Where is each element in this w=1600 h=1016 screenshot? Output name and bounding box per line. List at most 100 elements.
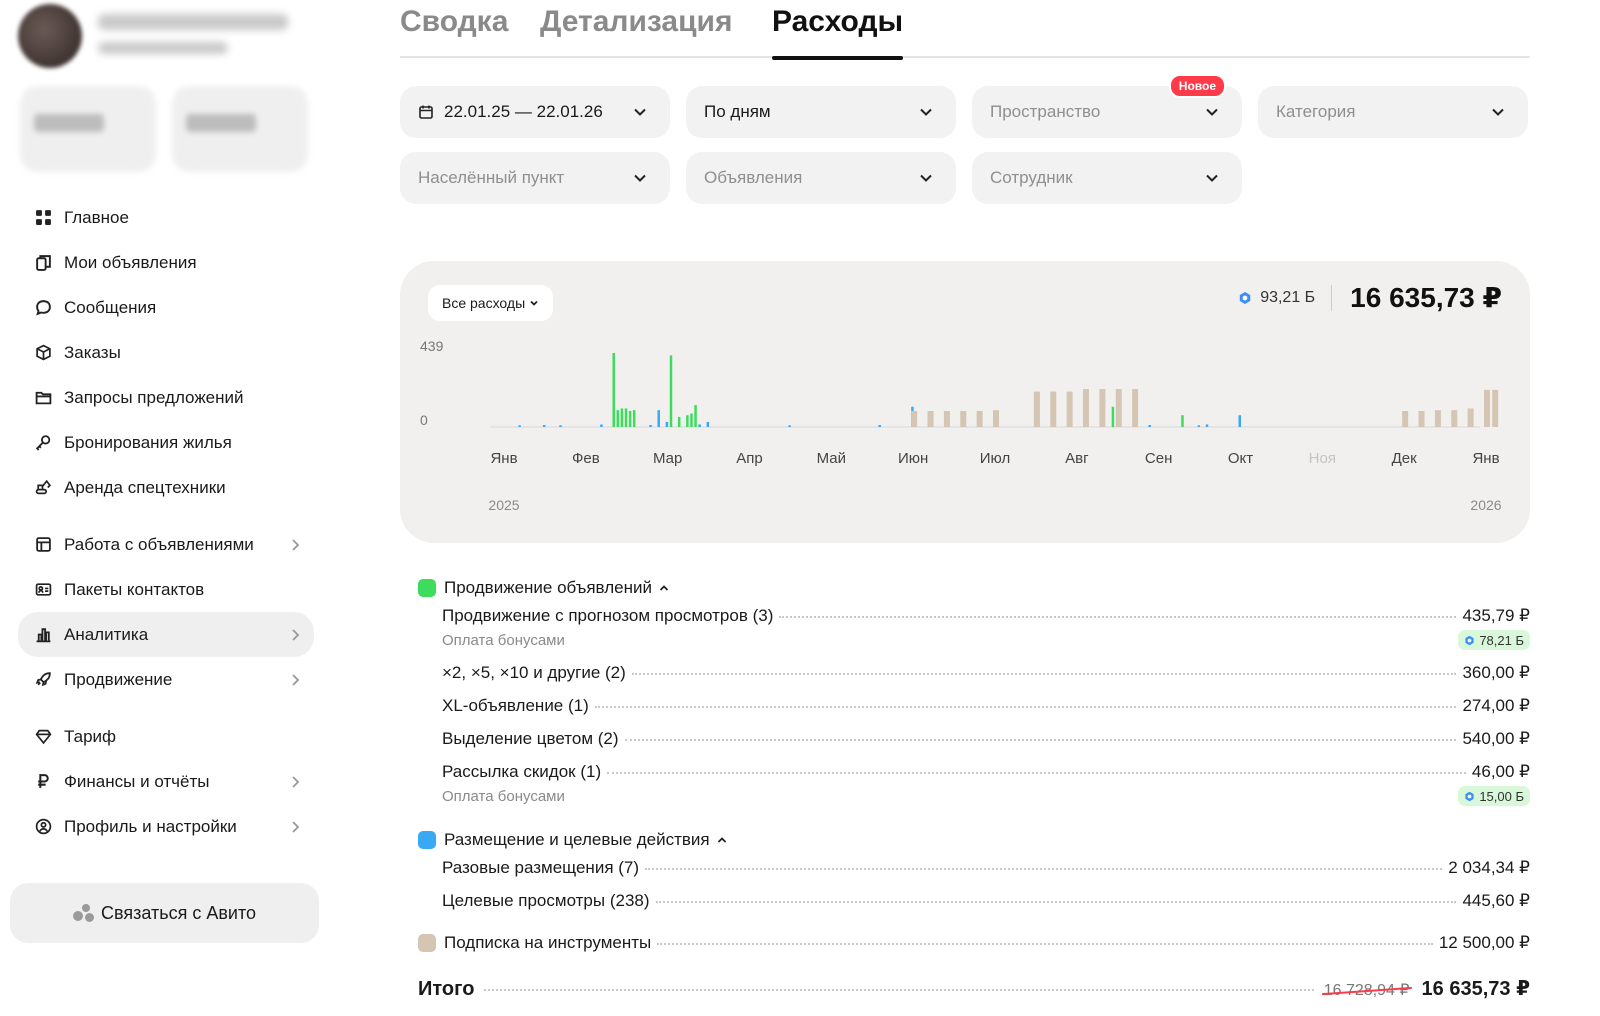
chart-bar[interactable]: [1467, 408, 1474, 427]
chart-bar[interactable]: [788, 425, 791, 427]
total-amount: 16 635,73 ₽: [1421, 978, 1530, 1000]
copy-icon: [34, 254, 52, 272]
expense-label: Рассылка скидок (1): [442, 762, 602, 781]
sidebar-item-label: Продвижение: [64, 669, 173, 689]
chart-bar[interactable]: [542, 424, 546, 427]
chart-bar[interactable]: [669, 355, 673, 427]
expense-amount: 540,00 ₽: [1462, 729, 1530, 748]
tab-details[interactable]: Детализация: [540, 0, 733, 58]
chevron-up-icon: [717, 837, 726, 843]
sidebar-item-main[interactable]: Главное: [18, 195, 314, 240]
expense-label: Продвижение с прогнозом просмотров (3): [442, 606, 774, 625]
chart-bar[interactable]: [677, 416, 681, 427]
space-filter[interactable]: Пространство Новое: [972, 74, 1242, 138]
chart-bar[interactable]: [1418, 410, 1425, 427]
chart-bar[interactable]: [686, 415, 689, 427]
group-subscription[interactable]: Подписка на инструменты 12 500,00 ₽: [418, 933, 1530, 953]
chart-bar[interactable]: [1434, 410, 1441, 427]
sidebar-item-requests[interactable]: Запросы предложений: [18, 375, 314, 420]
chart-bar[interactable]: [1111, 406, 1115, 427]
chart-bar[interactable]: [1197, 425, 1201, 427]
chart-bar[interactable]: [1083, 389, 1090, 427]
chart-bar[interactable]: [1492, 389, 1499, 427]
stat-card-2[interactable]: [172, 86, 308, 172]
ads-filter[interactable]: Объявления: [686, 152, 956, 204]
chart-bar[interactable]: [649, 424, 652, 427]
chart-bar[interactable]: [616, 410, 620, 427]
chart-bar[interactable]: [624, 408, 628, 427]
sidebar-item-my-ads[interactable]: Мои объявления: [18, 240, 314, 285]
sidebar-item-bookings[interactable]: Бронирования жилья: [18, 420, 314, 465]
group-promotion[interactable]: Продвижение объявлений: [418, 576, 670, 600]
sidebar-item-contact-packs[interactable]: Пакеты контактов: [18, 567, 314, 612]
sidebar-item-finance[interactable]: Финансы и отчёты: [18, 759, 314, 804]
profile-rating-blurred: [98, 42, 228, 54]
expense-label: ×2, ×5, ×10 и другие (2): [442, 663, 626, 682]
expense-amount: 360,00 ₽: [1462, 663, 1530, 682]
chart-bar[interactable]: [911, 410, 918, 427]
sidebar-item-label: Профиль и настройки: [64, 816, 237, 836]
sidebar-item-messages[interactable]: Сообщения: [18, 285, 314, 330]
chart-bar[interactable]: [976, 410, 983, 427]
sidebar-item-orders[interactable]: Заказы: [18, 330, 314, 375]
expenses-bar-chart: 439 0 Янв Фев Мар Апр Май Июн Июл Авг Сен Окт Ноя Дек…: [420, 338, 1502, 513]
tab-summary[interactable]: Сводка: [400, 0, 508, 58]
chart-bar[interactable]: [628, 410, 632, 427]
chart-bar[interactable]: [1181, 415, 1184, 427]
city-filter[interactable]: Населённый пункт: [400, 152, 670, 204]
chart-bar[interactable]: [632, 410, 636, 427]
chart-bar[interactable]: [657, 410, 660, 427]
chart-bar[interactable]: [1402, 410, 1409, 427]
chart-bar[interactable]: [698, 424, 701, 427]
expense-row: ×2, ×5, ×10 и другие (2) 360,00 ₽: [442, 663, 1530, 683]
diamond-icon: [34, 728, 52, 746]
x-tick-label: Май: [817, 450, 846, 467]
stat-card-1[interactable]: [20, 86, 156, 172]
chart-bar[interactable]: [1099, 389, 1106, 427]
sidebar-item-analytics[interactable]: Аналитика: [18, 612, 314, 657]
category-filter[interactable]: Категория: [1258, 86, 1528, 138]
bonus-chip-value: 78,21 Б: [1479, 632, 1524, 648]
chart-bar[interactable]: [943, 410, 950, 427]
chart-bar[interactable]: [1205, 424, 1209, 427]
contact-avito-label: Связаться с Авито: [100, 902, 257, 923]
tab-expenses[interactable]: Расходы: [772, 0, 904, 60]
chart-bar[interactable]: [694, 405, 697, 427]
period-filter[interactable]: По дням: [686, 86, 956, 138]
sidebar-item-promotion[interactable]: Продвижение: [18, 657, 314, 702]
chart-bar[interactable]: [620, 408, 624, 427]
sidebar-item-equipment[interactable]: Аренда спецтехники: [18, 465, 314, 510]
sidebar-item-profile[interactable]: Профиль и настройки: [18, 804, 314, 849]
avatar[interactable]: [18, 4, 82, 68]
chart-bar[interactable]: [665, 421, 669, 427]
chart-bar[interactable]: [1115, 389, 1122, 427]
chart-bar[interactable]: [927, 410, 934, 427]
chart-bar[interactable]: [690, 413, 693, 427]
date-range-filter[interactable]: 22.01.25 — 22.01.26: [400, 86, 670, 138]
chart-bar[interactable]: [993, 410, 999, 427]
profile-block[interactable]: [18, 4, 308, 68]
chart-bar[interactable]: [612, 353, 615, 427]
chart-bar[interactable]: [559, 425, 562, 427]
chart-bar[interactable]: [518, 425, 521, 427]
chart-bar[interactable]: [960, 410, 967, 427]
chart-bar[interactable]: [1132, 389, 1139, 427]
category-placeholder: Категория: [1276, 102, 1356, 121]
chart-bar[interactable]: [1451, 410, 1458, 427]
employee-filter[interactable]: Сотрудник: [972, 152, 1242, 204]
chart-bar[interactable]: [1238, 415, 1242, 427]
chart-bar[interactable]: [878, 424, 881, 427]
chart-bar[interactable]: [1066, 391, 1073, 427]
sidebar-item-tariff[interactable]: Тариф: [18, 714, 314, 759]
sidebar-item-ads-work[interactable]: Работа с объявлениями: [18, 522, 314, 567]
x-tick-label: Янв: [490, 450, 517, 467]
chart-bar[interactable]: [1484, 389, 1490, 427]
chart-bar[interactable]: [600, 424, 603, 427]
chart-bar[interactable]: [1148, 424, 1151, 427]
chart-bar[interactable]: [1033, 391, 1040, 427]
chart-bar[interactable]: [706, 421, 710, 427]
excavator-icon: [34, 479, 52, 497]
chart-bar[interactable]: [1050, 391, 1057, 427]
contact-avito-button[interactable]: Связаться с Авито: [10, 883, 319, 943]
group-placement[interactable]: Размещение и целевые действия: [418, 828, 728, 852]
